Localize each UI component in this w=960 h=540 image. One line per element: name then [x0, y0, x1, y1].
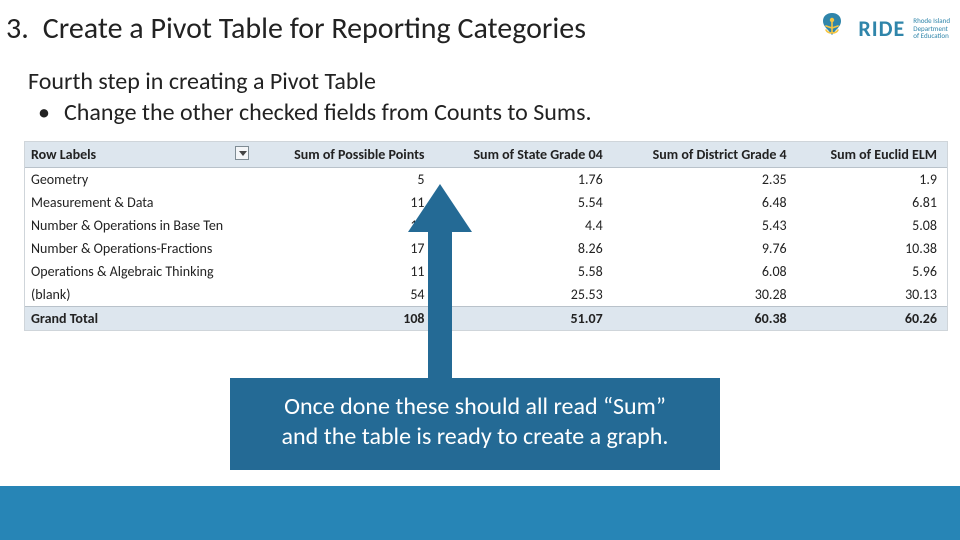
- table-row: Number & Operations in Base Ten 10 4.4 5…: [25, 214, 947, 237]
- row-label: Geometry: [25, 168, 255, 192]
- cell: 6.81: [797, 191, 947, 214]
- row-label: Operations & Algebraic Thinking: [25, 260, 255, 283]
- cell: 6.48: [613, 191, 797, 214]
- step-subtitle: Fourth step in creating a Pivot Table: [0, 47, 960, 98]
- logo-subtext: Rhode Island Department of Education: [913, 17, 950, 40]
- cell: 17: [255, 237, 435, 260]
- header-possible: Sum of Possible Points: [255, 142, 435, 168]
- cell: 5.08: [797, 214, 947, 237]
- footer-bar: [0, 486, 960, 540]
- cell: 30.28: [613, 283, 797, 307]
- row-label: Number & Operations in Base Ten: [25, 214, 255, 237]
- row-label: (blank): [25, 283, 255, 307]
- cell: 2.35: [613, 168, 797, 192]
- cell: 25.53: [435, 283, 613, 307]
- cell: 11: [255, 260, 435, 283]
- slide-title-row: 3. Create a Pivot Table for Reporting Ca…: [0, 0, 960, 47]
- bullet-icon: •: [38, 98, 50, 127]
- table-row: Operations & Algebraic Thinking 11 5.58 …: [25, 260, 947, 283]
- cell: 10.38: [797, 237, 947, 260]
- cell: 4.4: [435, 214, 613, 237]
- grand-total-row: Grand Total 108 51.07 60.38 60.26: [25, 307, 947, 331]
- anchor-icon: [814, 11, 850, 47]
- total-label: Grand Total: [25, 307, 255, 331]
- cell: 54: [255, 283, 435, 307]
- total-cell: 60.26: [797, 307, 947, 331]
- dropdown-icon[interactable]: [235, 146, 249, 160]
- cell: 5.54: [435, 191, 613, 214]
- table-row: Number & Operations-Fractions 17 8.26 9.…: [25, 237, 947, 260]
- table-row: Measurement & Data 11 5.54 6.48 6.81: [25, 191, 947, 214]
- cell: 8.26: [435, 237, 613, 260]
- cell: 30.13: [797, 283, 947, 307]
- cell: 6.08: [613, 260, 797, 283]
- cell: 10: [255, 214, 435, 237]
- total-cell: 60.38: [613, 307, 797, 331]
- header-row-labels[interactable]: Row Labels: [25, 142, 255, 168]
- pivot-header-row: Row Labels Sum of Possible Points Sum of…: [25, 142, 947, 168]
- cell: 1.76: [435, 168, 613, 192]
- total-cell: 51.07: [435, 307, 613, 331]
- title-number: 3.: [6, 10, 29, 47]
- callout-box: Once done these should all read “Sum” an…: [230, 378, 720, 470]
- logo-brand: RIDE: [858, 15, 905, 42]
- callout-line2: and the table is ready to create a graph…: [252, 422, 698, 452]
- cell: 5.58: [435, 260, 613, 283]
- cell: 5: [255, 168, 435, 192]
- cell: 1.9: [797, 168, 947, 192]
- step-bullet: • Change the other checked fields from Co…: [0, 98, 960, 135]
- cell: 11: [255, 191, 435, 214]
- header-state04: Sum of State Grade 04: [435, 142, 613, 168]
- total-cell: 108: [255, 307, 435, 331]
- row-label: Measurement & Data: [25, 191, 255, 214]
- title-text: Create a Pivot Table for Reporting Categ…: [43, 10, 815, 47]
- pivot-table: Row Labels Sum of Possible Points Sum of…: [24, 141, 948, 331]
- cell: 5.96: [797, 260, 947, 283]
- bullet-text: Change the other checked fields from Cou…: [64, 98, 592, 127]
- cell: 9.76: [613, 237, 797, 260]
- table-row: Geometry 5 1.76 2.35 1.9: [25, 168, 947, 192]
- callout-line1: Once done these should all read “Sum”: [252, 392, 698, 422]
- row-label: Number & Operations-Fractions: [25, 237, 255, 260]
- table-row: (blank) 54 25.53 30.28 30.13: [25, 283, 947, 307]
- cell: 5.43: [613, 214, 797, 237]
- header-district4: Sum of District Grade 4: [613, 142, 797, 168]
- ride-logo: RIDE Rhode Island Department of Educatio…: [814, 11, 950, 47]
- logo-text-block: RIDE: [858, 15, 905, 42]
- header-euclid: Sum of Euclid ELM: [797, 142, 947, 168]
